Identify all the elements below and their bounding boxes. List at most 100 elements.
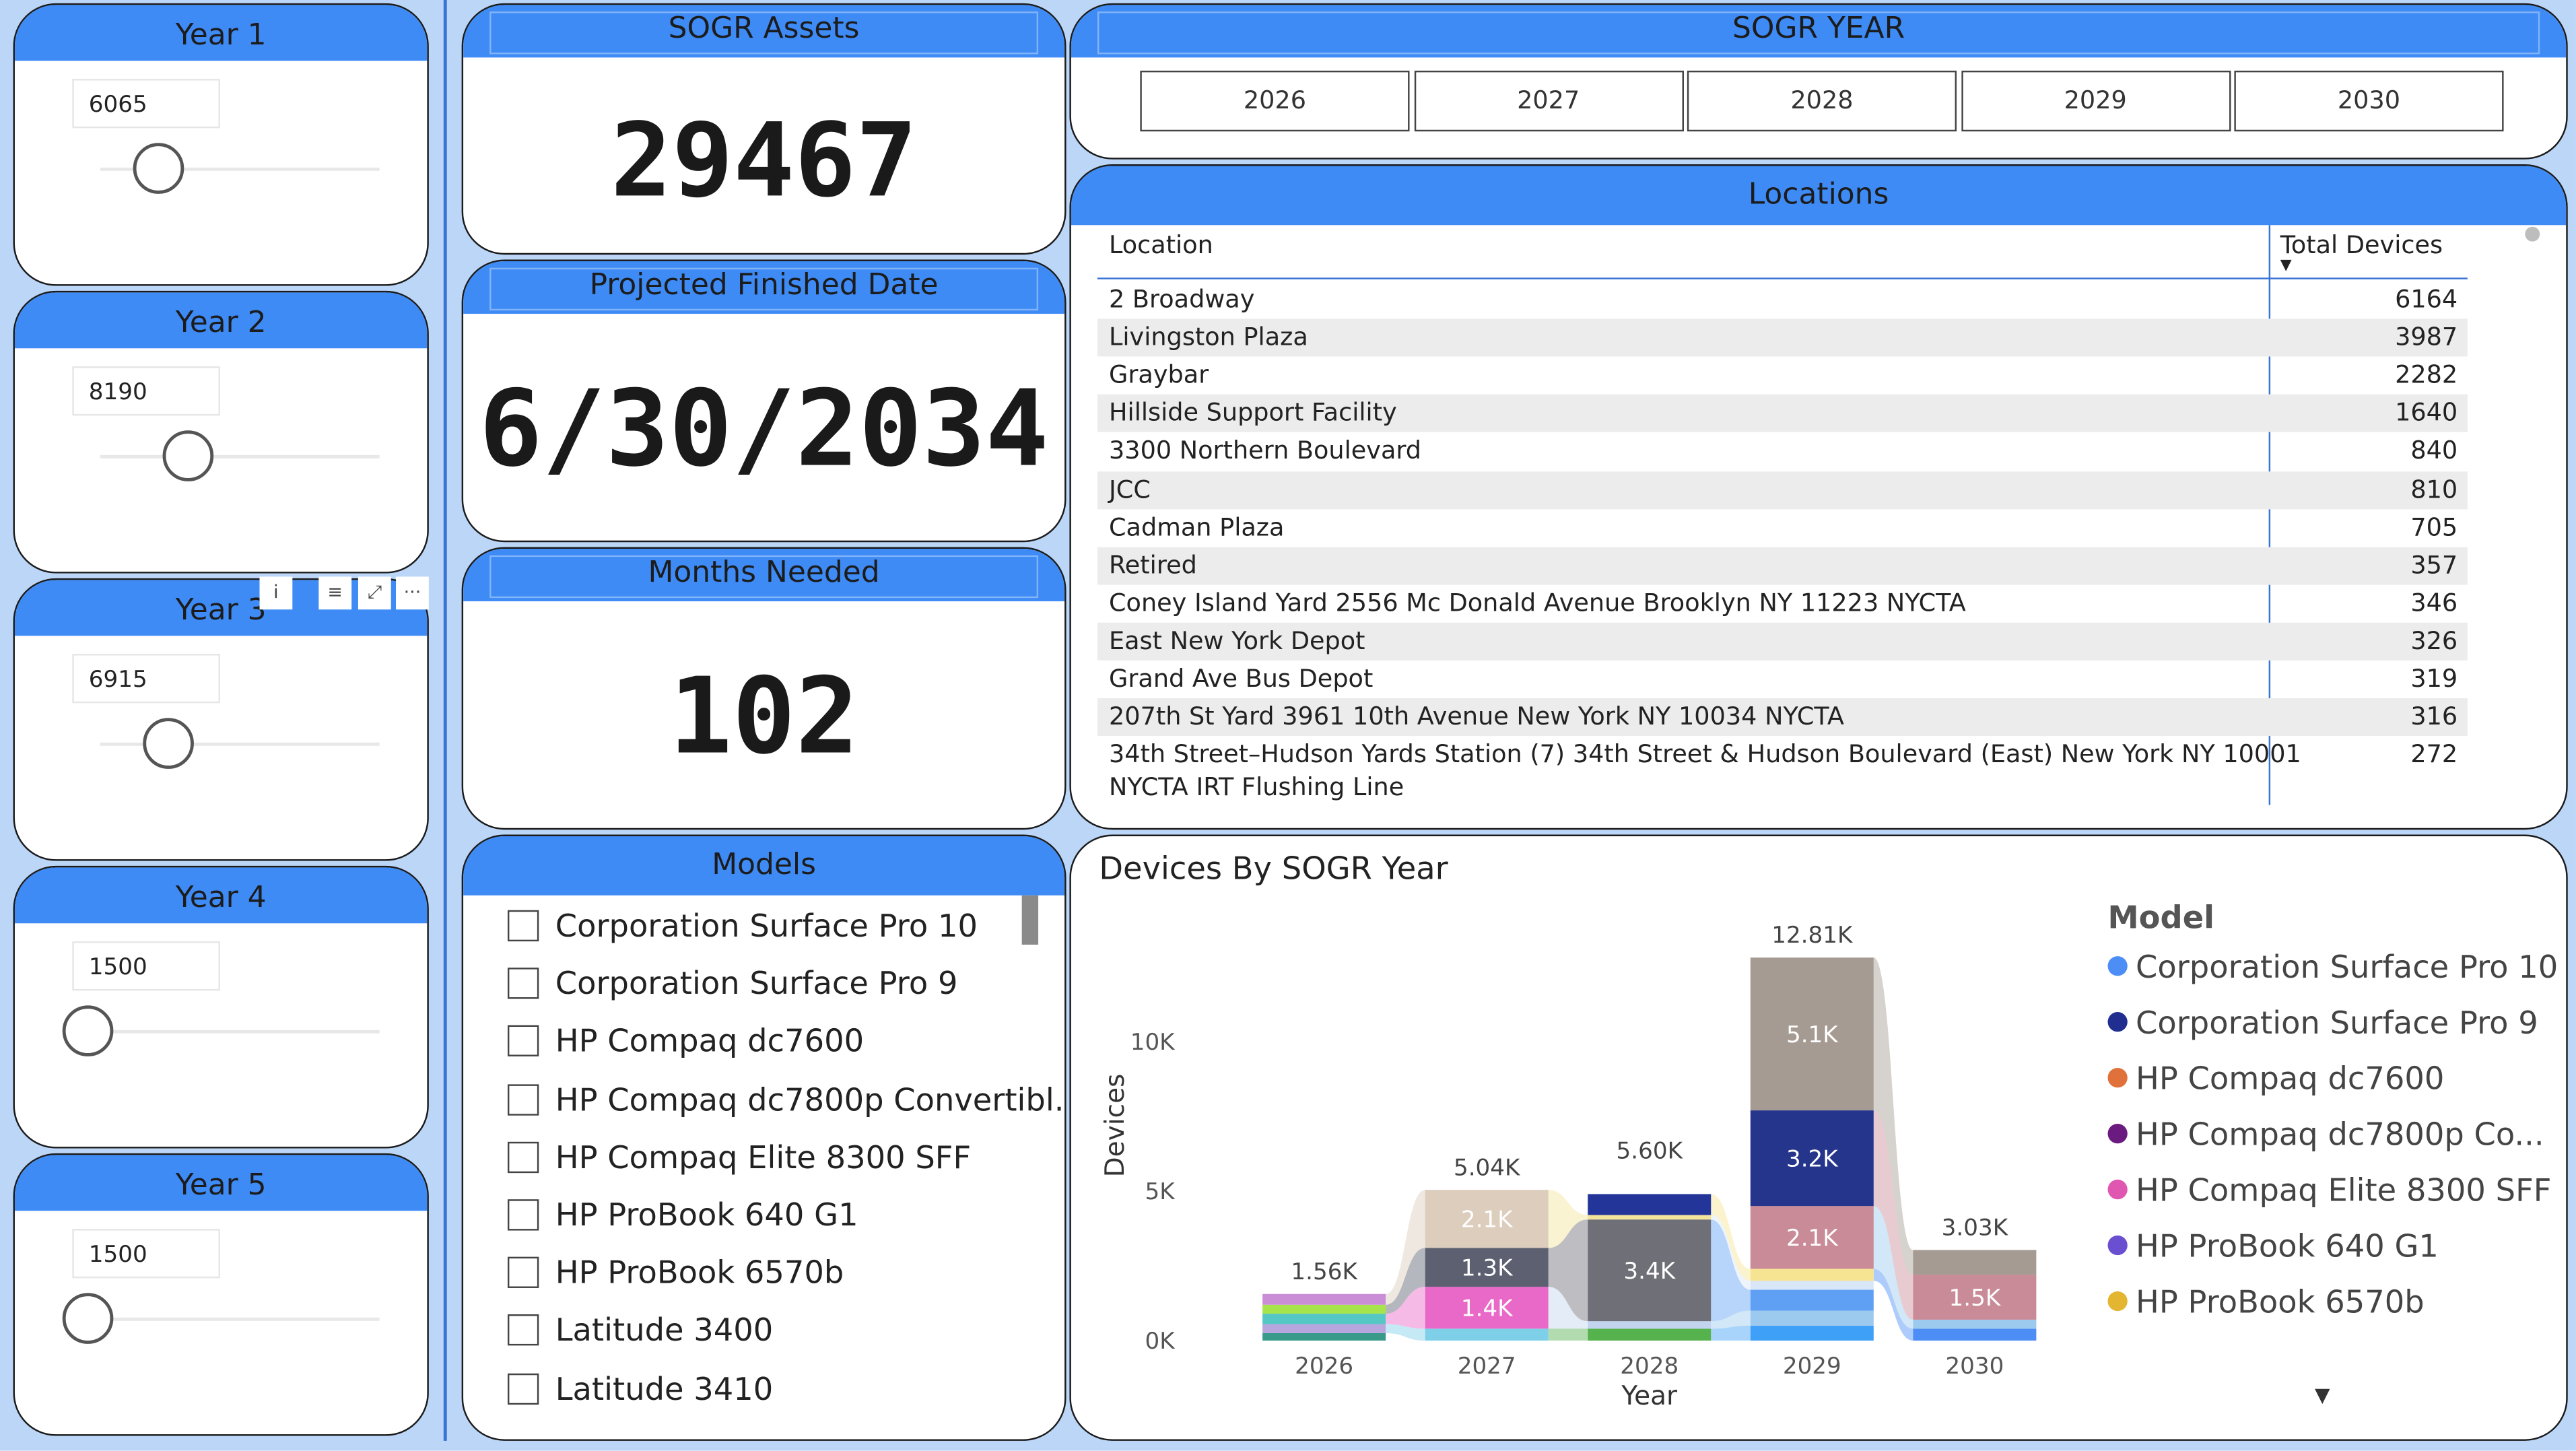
- checkbox[interactable]: [507, 968, 539, 999]
- model-option[interactable]: Corporation Surface Pro 9: [507, 959, 957, 1009]
- table-scroll-indicator[interactable]: [2525, 226, 2540, 242]
- table-row[interactable]: 207th St Yard 3961 10th Avenue New York …: [1097, 698, 2468, 737]
- legend-entry[interactable]: Corporation Surface Pro 9: [2107, 1005, 2538, 1042]
- bar-segment[interactable]: [1913, 1319, 2037, 1329]
- model-option[interactable]: HP ProBook 640 G1: [507, 1191, 858, 1240]
- model-option[interactable]: Corporation Surface Pro 10: [507, 902, 978, 951]
- legend-entry[interactable]: Corporation Surface Pro 10: [2107, 949, 2558, 986]
- table-row[interactable]: Hillside Support Facility 1640: [1097, 395, 2468, 433]
- year-button-2026[interactable]: 2026: [1140, 70, 1410, 132]
- legend-entry[interactable]: HP Compaq Elite 8300 SFF: [2107, 1173, 2552, 1209]
- table-row[interactable]: 34th Street–Hudson Yards Station (7) 34t…: [1097, 737, 2468, 809]
- checkbox[interactable]: [507, 1083, 539, 1115]
- slider-track[interactable]: [100, 1317, 380, 1321]
- checkbox[interactable]: [507, 1257, 539, 1289]
- slider-handle[interactable]: [143, 718, 195, 769]
- slider-track[interactable]: [100, 454, 380, 459]
- info-icon[interactable]: i: [259, 576, 293, 610]
- table-row[interactable]: 2 Broadway 6164: [1097, 281, 2468, 318]
- table-row[interactable]: Grand Ave Bus Depot 319: [1097, 661, 2468, 698]
- bar-segment[interactable]: [1425, 1328, 1549, 1341]
- cell-total-devices: 2282: [2395, 360, 2458, 390]
- bar-segment[interactable]: [1588, 1321, 1711, 1329]
- bar-segment[interactable]: [1262, 1304, 1386, 1314]
- header-underline: [1097, 277, 2468, 279]
- bar-segment[interactable]: [1750, 1269, 1874, 1281]
- year-button-2028[interactable]: 2028: [1687, 70, 1957, 132]
- bar-segment[interactable]: [1913, 1328, 2037, 1341]
- slider-value-input[interactable]: 6915: [72, 654, 220, 704]
- checkbox[interactable]: [507, 910, 539, 942]
- checkbox[interactable]: [507, 1314, 539, 1347]
- table-row[interactable]: JCC 810: [1097, 471, 2468, 509]
- bar-segment[interactable]: [1588, 1194, 1711, 1215]
- legend-label: HP Compaq dc7800p Co...: [2136, 1117, 2544, 1153]
- legend-entry[interactable]: HP Compaq dc7600: [2107, 1061, 2444, 1098]
- legend-entry[interactable]: HP ProBook 640 G1: [2107, 1229, 2439, 1265]
- slider-handle[interactable]: [62, 1293, 114, 1344]
- bar-segment[interactable]: [1750, 1310, 1874, 1326]
- x-tick-label: 2027: [1458, 1353, 1516, 1380]
- bar-segment[interactable]: [1588, 1215, 1711, 1220]
- table-row[interactable]: Retired 357: [1097, 546, 2468, 584]
- slider-value-input[interactable]: 1500: [72, 1229, 220, 1279]
- bar-segment[interactable]: [1262, 1324, 1386, 1333]
- checkbox[interactable]: [507, 1141, 539, 1173]
- year-button-2030[interactable]: 2030: [2234, 70, 2504, 132]
- table-row[interactable]: 3300 Northern Boulevard 840: [1097, 433, 2468, 471]
- model-option[interactable]: HP Compaq dc7800p Convertibl...: [507, 1075, 1066, 1124]
- models-header: Models: [463, 836, 1065, 896]
- model-option-label: HP Compaq dc7800p Convertibl...: [555, 1081, 1066, 1118]
- table-row[interactable]: Graybar 2282: [1097, 357, 2468, 395]
- legend-entry[interactable]: HP Compaq dc7800p Co...: [2107, 1117, 2544, 1153]
- total-data-label: 12.81K: [1771, 922, 1854, 949]
- model-option[interactable]: Latitude 3400: [507, 1307, 773, 1356]
- segment-data-label: 2.1K: [1786, 1225, 1839, 1252]
- slider-value-input[interactable]: 6065: [72, 79, 220, 129]
- table-row[interactable]: Cadman Plaza 705: [1097, 508, 2468, 546]
- year-button-2029[interactable]: 2029: [1961, 70, 2231, 132]
- slider-track[interactable]: [100, 742, 380, 746]
- legend-more-arrow[interactable]: ▼: [2315, 1383, 2330, 1406]
- sogr-assets-card: SOGR Assets 29467: [461, 3, 1066, 255]
- year-button-2027[interactable]: 2027: [1413, 70, 1683, 132]
- models-scrollbar[interactable]: [1021, 895, 1039, 945]
- model-option-label: HP Compaq Elite 8300 SFF: [555, 1139, 972, 1176]
- focus-mode-icon[interactable]: ⤢: [358, 576, 391, 610]
- sogr-assets-value: 29467: [610, 100, 918, 220]
- model-option[interactable]: HP Compaq Elite 8300 SFF: [507, 1133, 972, 1182]
- slider-handle[interactable]: [62, 1005, 114, 1056]
- legend-label: HP Compaq Elite 8300 SFF: [2136, 1173, 2552, 1209]
- checkbox[interactable]: [507, 1025, 539, 1057]
- table-row[interactable]: Livingston Plaza 3987: [1097, 318, 2468, 357]
- slider-handle[interactable]: [132, 143, 184, 194]
- year-5-slider-card: Year 5 1500: [13, 1153, 429, 1436]
- column-header-total-devices[interactable]: Total Devices ▼: [2280, 230, 2443, 275]
- cell-location-continued: NYCTA IRT Flushing Line: [1109, 772, 1404, 803]
- checkbox[interactable]: [507, 1199, 539, 1231]
- filter-icon[interactable]: ≡: [318, 576, 352, 610]
- bar-segment[interactable]: [1588, 1328, 1711, 1341]
- bar-segment[interactable]: [1750, 1325, 1874, 1341]
- bar-segment[interactable]: [1262, 1293, 1386, 1305]
- bar-segment[interactable]: [1750, 1281, 1874, 1290]
- column-header-location[interactable]: Location: [1109, 230, 1213, 260]
- bar-segment[interactable]: [1262, 1332, 1386, 1341]
- slider-value-input[interactable]: 8190: [72, 366, 220, 416]
- model-option[interactable]: HP ProBook 6570b: [507, 1249, 844, 1298]
- legend-entry[interactable]: HP ProBook 6570b: [2107, 1285, 2425, 1321]
- slider-value-input[interactable]: 1500: [72, 941, 220, 991]
- checkbox[interactable]: [507, 1372, 539, 1405]
- slider-header: Year 1: [14, 5, 428, 61]
- slider-track[interactable]: [100, 1030, 380, 1034]
- table-row[interactable]: East New York Depot 326: [1097, 622, 2468, 661]
- bar-segment[interactable]: [1262, 1314, 1386, 1324]
- table-row[interactable]: Coney Island Yard 2556 Mc Donald Avenue …: [1097, 584, 2468, 622]
- more-options-icon[interactable]: ···: [396, 576, 429, 610]
- model-option[interactable]: Latitude 3410: [507, 1365, 773, 1414]
- model-option[interactable]: HP Compaq dc7600: [507, 1017, 864, 1067]
- slider-handle[interactable]: [163, 430, 214, 481]
- segment-data-label: 1.4K: [1461, 1295, 1514, 1322]
- bar-segment[interactable]: [1750, 1289, 1874, 1311]
- bar-segment[interactable]: [1913, 1250, 2037, 1275]
